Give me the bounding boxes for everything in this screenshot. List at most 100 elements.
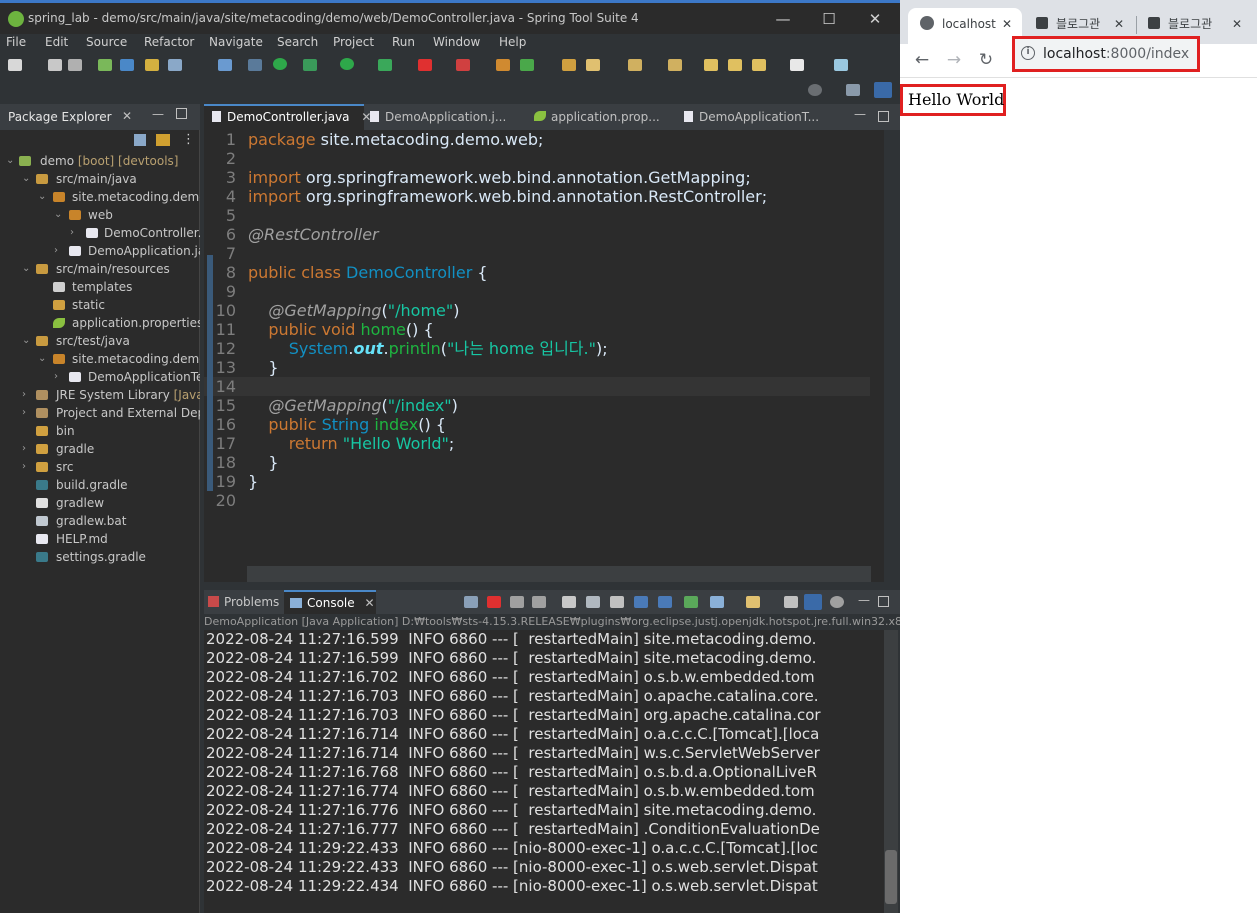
menu-edit[interactable]: Edit [45,35,68,49]
clear-console-icon[interactable] [562,596,576,608]
show-stderr-icon[interactable] [658,596,672,608]
save-icon[interactable] [48,59,62,71]
address-bar[interactable]: i localhost:8000/index [1012,36,1200,72]
highlight-icon[interactable] [120,59,134,71]
close-window-button[interactable]: ✕ [852,8,898,32]
tree-item-src-test-java[interactable]: ⌄ src/test/java [0,332,200,350]
tree-item-dependencies[interactable]: ›Project and External Depen [0,404,200,422]
collapse-all-icon[interactable] [134,134,146,146]
minimize-editor-icon[interactable]: — [854,107,866,121]
edit-icon[interactable] [586,59,600,71]
boot-dashboard-icon[interactable] [273,58,287,70]
tab-demoapplication[interactable]: DemoApplication.j... [370,104,530,130]
coverage-icon[interactable] [378,59,392,71]
code-editor[interactable]: 1 package site.metacoding.demo.web; 2 3 im… [204,130,884,570]
maximize-console-icon[interactable] [878,596,889,607]
settings-icon[interactable] [830,596,844,608]
close-tab-icon[interactable]: ✕ [1232,8,1242,40]
tab-demoapplicationtests[interactable]: DemoApplicationT... [684,104,844,130]
tree-item-package[interactable]: ⌄ site.metacoding.demo [0,188,200,206]
tree-item-demo[interactable]: ⌄ demo [boot] [devtools] [0,152,200,170]
console-scrollbar-thumb[interactable] [885,850,897,904]
tree-item-gradlew[interactable]: gradlew [0,494,200,512]
tree-item-test-package[interactable]: ⌄ site.metacoding.demo [0,350,200,368]
tree-item-help-md[interactable]: HELP.md [0,530,200,548]
tree-item-src-main-java[interactable]: ⌄ src/main/java [0,170,200,188]
tab-localhost[interactable]: localhost ✕ [908,8,1022,44]
tree-item-demoapplication[interactable]: › DemoApplication.jav [0,242,200,260]
pin-console-icon[interactable] [684,596,698,608]
menu-file[interactable]: File [6,35,26,49]
remove-launch-icon[interactable] [510,596,524,608]
debug-icon[interactable] [303,59,317,71]
relaunch-icon[interactable] [456,59,470,71]
perspective-spring-icon[interactable] [874,82,892,98]
tree-item-src-main-resources[interactable]: ⌄ src/main/resources [0,260,200,278]
tab-console[interactable]: Console ✕ [284,590,376,614]
minimize-button[interactable]: — [760,8,806,32]
open-type-icon[interactable] [145,59,159,71]
maximize-button[interactable]: ☐ [806,8,852,32]
maximize-view-icon[interactable] [176,108,187,119]
site-info-icon[interactable]: i [1021,46,1035,60]
back-icon[interactable] [728,59,742,71]
back-icon[interactable]: ← [910,48,934,72]
tree-item-gradle[interactable]: › gradle [0,440,200,458]
menu-help[interactable]: Help [499,35,526,49]
tree-item-jre[interactable]: ›JRE System Library [JavaSE [0,386,200,404]
forward-icon[interactable]: → [942,48,966,72]
minimize-console-icon[interactable]: — [858,593,870,607]
console-output[interactable]: 2022-08-24 11:27:16.599 INFO 6860 --- [ … [204,630,884,913]
display-console-icon[interactable] [710,596,724,608]
menu-window[interactable]: Window [433,35,480,49]
next-annotation-icon[interactable] [628,59,642,71]
menu-source[interactable]: Source [86,35,127,49]
link-with-editor-icon[interactable] [156,134,170,146]
search-icon[interactable] [808,84,822,96]
package-explorer-tab[interactable]: Package Explorer ✕ — [0,104,200,130]
tree-item-gradlew-bat[interactable]: gradlew.bat [0,512,200,530]
new-icon[interactable] [8,59,22,71]
tab-application-properties[interactable]: application.prop... [534,104,684,130]
close-tab-icon[interactable]: ✕ [1002,8,1012,40]
menu-navigate[interactable]: Navigate [209,35,263,49]
copy-icon[interactable] [784,596,798,608]
console-icon[interactable] [218,59,232,71]
close-view-icon[interactable]: ✕ [122,109,132,123]
menu-refactor[interactable]: Refactor [144,35,194,49]
run-icon[interactable] [340,58,354,70]
previous-annotation-icon[interactable] [668,59,682,71]
tree-item-templates[interactable]: templates [0,278,200,296]
back-arrow-icon[interactable] [752,59,766,71]
last-edit-icon[interactable] [704,59,718,71]
view-menu-icon[interactable]: ⋮ [182,132,195,147]
editor-vertical-scrollbar[interactable] [870,130,884,566]
tree-item-demoapplicationtests[interactable]: › DemoApplicationTes [0,368,200,386]
refresh-icon[interactable] [248,59,262,71]
tree-item-settings-gradle[interactable]: settings.gradle [0,548,200,566]
open-console-icon[interactable] [746,596,760,608]
open-perspective-icon[interactable] [834,59,848,71]
remove-all-icon[interactable] [532,596,546,608]
tree-item-build-gradle[interactable]: build.gradle [0,476,200,494]
new-class-icon[interactable] [520,59,534,71]
forward-arrow-icon[interactable] [790,59,804,71]
maximize-editor-icon[interactable] [878,111,889,122]
tree-item-democontroller[interactable]: ›DemoController.ja [0,224,200,242]
tree-item-web[interactable]: ⌄ web [0,206,200,224]
tree-item-application-properties[interactable]: application.properties [0,314,200,332]
stop-icon[interactable] [418,59,432,71]
terminate-icon[interactable] [487,596,501,608]
scroll-lock-icon[interactable] [586,596,600,608]
show-stdout-icon[interactable] [634,596,648,608]
perspective-java-icon[interactable] [846,84,860,96]
menu-project[interactable]: Project [333,35,374,49]
tab-democontroller[interactable]: DemoController.java ✕ [204,104,371,130]
tab-problems[interactable]: Problems [208,590,279,614]
tree-item-src[interactable]: › src [0,458,200,476]
sync-icon[interactable] [464,596,478,608]
tree-item-bin[interactable]: bin [0,422,200,440]
close-tab-icon[interactable]: ✕ [364,596,374,610]
reload-icon[interactable]: ↻ [974,48,998,72]
ansi-console-icon[interactable] [804,594,822,610]
